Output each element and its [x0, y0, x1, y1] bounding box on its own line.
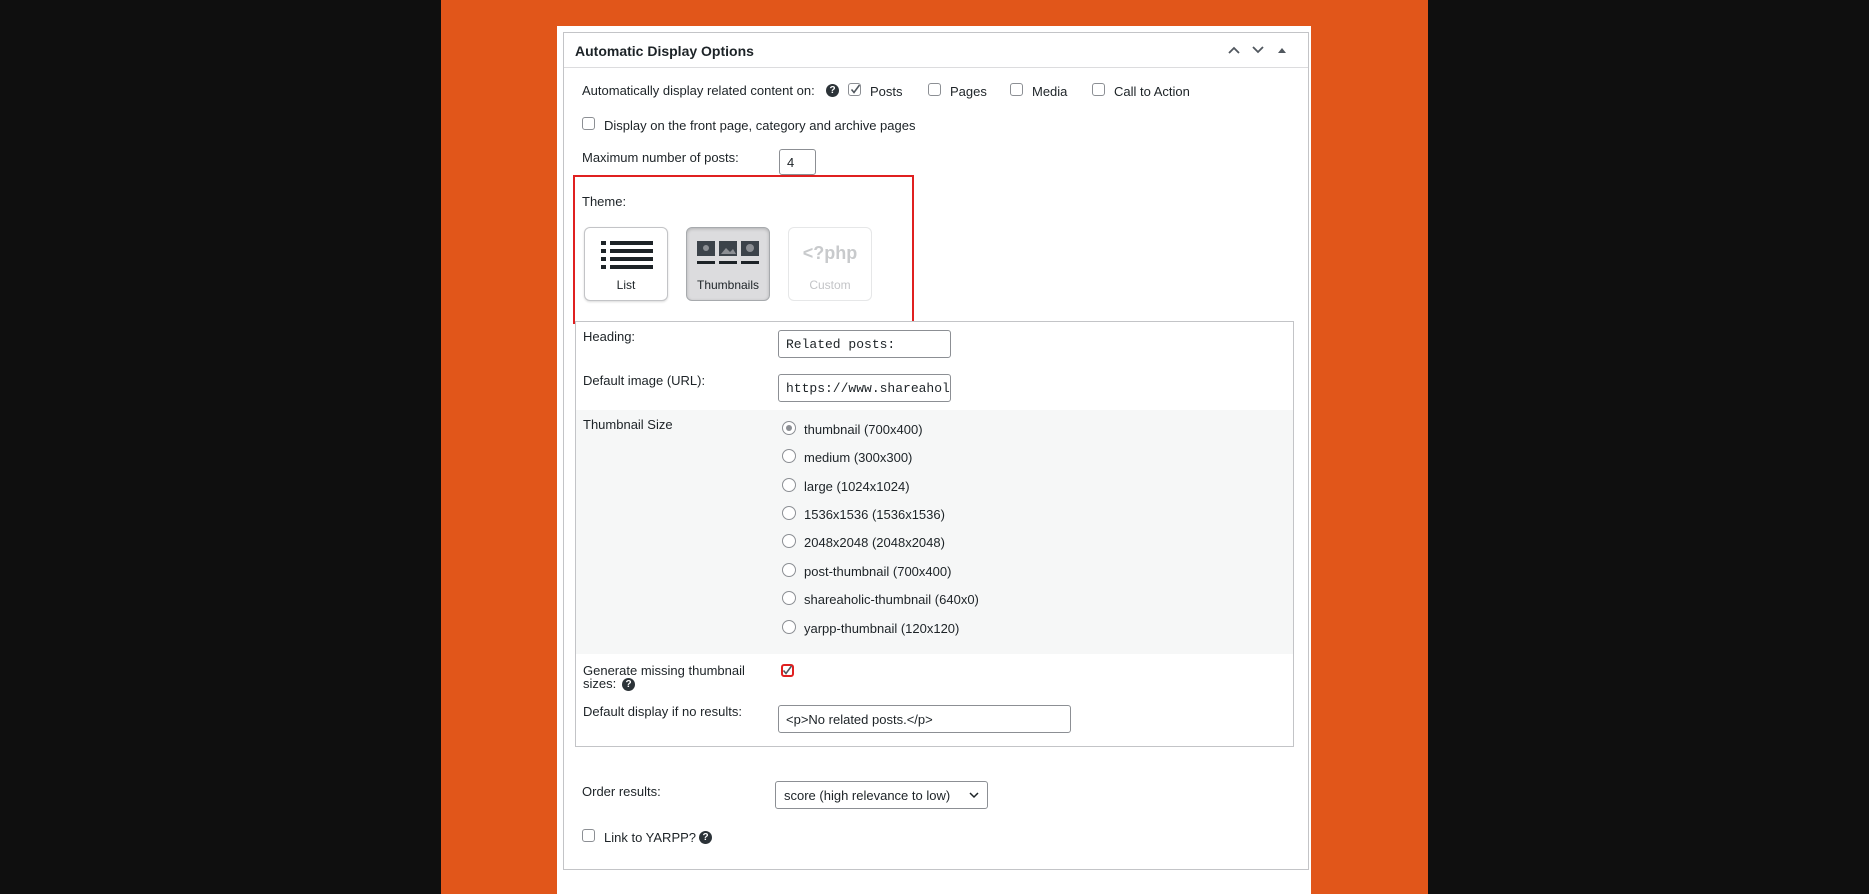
checkmark-icon: [850, 84, 861, 94]
radio-post-thumbnail[interactable]: [782, 563, 796, 577]
move-up-button[interactable]: [1224, 40, 1244, 60]
thumbnail-size-option: post-thumbnail (700x400): [804, 564, 952, 579]
call-to-action-label: Call to Action: [1114, 84, 1190, 99]
help-icon[interactable]: ?: [622, 678, 635, 691]
call-to-action-checkbox[interactable]: [1092, 83, 1105, 96]
thumbnail-size-label: Thumbnail Size: [583, 417, 673, 432]
panel-title: Automatic Display Options: [575, 43, 754, 59]
automatic-display-options-panel: Automatic Display Options Automatically …: [563, 32, 1309, 870]
generate-missing-label-line2: sizes:: [583, 676, 617, 691]
thumbnail-options-panel: Heading: Related posts: Default image (U…: [575, 321, 1294, 747]
radio-shareaholic-thumbnail[interactable]: [782, 591, 796, 605]
toggle-panel-button[interactable]: [1272, 40, 1292, 60]
theme-highlight-box: [573, 175, 914, 324]
thumbnail-size-option: yarpp-thumbnail (120x120): [804, 621, 960, 636]
thumbnail-size-option: medium (300x300): [804, 450, 913, 465]
radio-medium[interactable]: [782, 449, 796, 463]
move-down-button[interactable]: [1248, 40, 1268, 60]
checkmark-icon: [782, 665, 793, 675]
max-posts-label: Maximum number of posts:: [582, 150, 739, 165]
thumbnail-size-option: 2048x2048 (2048x2048): [804, 535, 945, 550]
max-posts-input[interactable]: 4: [779, 149, 816, 175]
thumbnail-size-option: shareaholic-thumbnail (640x0): [804, 592, 979, 607]
chevron-down-icon: [969, 792, 979, 799]
chevron-down-icon: [1252, 46, 1264, 54]
pages-checkbox[interactable]: [928, 83, 941, 96]
order-results-label: Order results:: [582, 784, 661, 799]
radio-thumbnail-700x400[interactable]: [782, 421, 796, 435]
generate-missing-label: Generate missing thumbnail sizes:: [583, 664, 745, 690]
media-checkbox[interactable]: [1010, 83, 1023, 96]
no-results-input[interactable]: <p>No related posts.</p>: [778, 705, 1071, 733]
order-results-value: score (high relevance to low): [784, 787, 951, 803]
radio-large[interactable]: [782, 478, 796, 492]
default-image-input[interactable]: https://www.shareaholic.com: [778, 374, 951, 402]
media-label: Media: [1032, 84, 1068, 99]
thumbnail-size-option: large (1024x1024): [804, 479, 910, 494]
link-yarpp-label: Link to YARPP?: [604, 830, 697, 845]
thumbnail-size-option: thumbnail (700x400): [804, 422, 923, 437]
thumbnail-size-option: 1536x1536 (1536x1536): [804, 507, 945, 522]
pages-label: Pages: [950, 84, 987, 99]
posts-label: Posts: [870, 84, 903, 99]
radio-yarpp-thumbnail[interactable]: [782, 620, 796, 634]
help-icon[interactable]: ?: [699, 831, 712, 844]
generate-missing-checkbox[interactable]: [781, 664, 794, 677]
auto-display-label: Automatically display related content on…: [582, 83, 815, 98]
thumbnail-size-section: [576, 410, 1293, 654]
order-results-select[interactable]: score (high relevance to low): [775, 781, 988, 809]
panel-header: Automatic Display Options: [564, 33, 1308, 68]
radio-2048x2048[interactable]: [782, 534, 796, 548]
radio-1536x1536[interactable]: [782, 506, 796, 520]
front-page-checkbox[interactable]: [582, 117, 595, 130]
link-yarpp-checkbox[interactable]: [582, 829, 595, 842]
caret-up-icon: [1278, 48, 1286, 53]
chevron-up-icon: [1228, 46, 1240, 54]
help-icon[interactable]: ?: [826, 84, 839, 97]
front-page-label: Display on the front page, category and …: [604, 118, 916, 133]
heading-label: Heading:: [583, 329, 636, 344]
no-results-label: Default display if no results:: [583, 704, 742, 719]
default-image-label: Default image (URL):: [583, 373, 706, 388]
heading-input[interactable]: Related posts:: [778, 330, 951, 358]
posts-checkbox[interactable]: [848, 83, 861, 96]
